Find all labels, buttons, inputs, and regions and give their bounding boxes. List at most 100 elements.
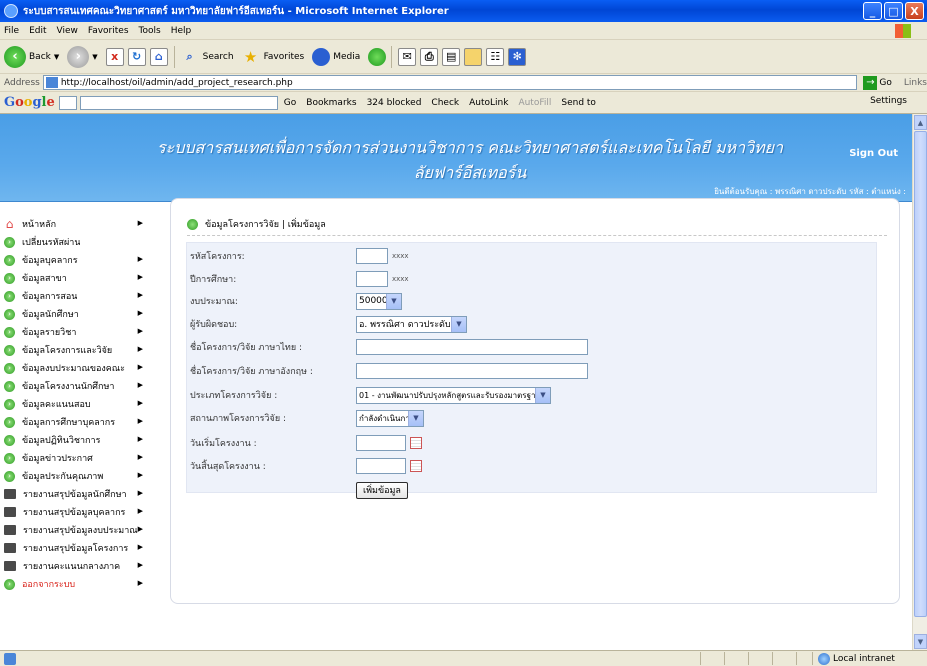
budget-select[interactable]: 50000 ▼	[356, 292, 402, 310]
bullet-icon: ›	[4, 470, 15, 482]
google-logo: Google	[4, 95, 55, 110]
sidebar-item-faculty-budget[interactable]: › ข้อมูลงบประมาณของคณะ ▶	[0, 359, 155, 377]
research-status-select[interactable]: กำลังดำเนินการ ▼	[356, 409, 424, 427]
home-icon[interactable]: ⌂	[149, 47, 168, 66]
bullet-icon: ›	[4, 290, 15, 302]
globe-icon	[818, 653, 830, 665]
maximize-button[interactable]: □	[884, 2, 903, 20]
calendar-icon[interactable]	[410, 460, 422, 472]
sign-out-link[interactable]: Sign Out	[849, 148, 898, 159]
refresh-icon[interactable]: ↻	[127, 47, 146, 66]
history-icon[interactable]	[368, 47, 387, 66]
sidebar-menu: ⌂ หน้าหลัก ▶ › เปลี่ยนรหัสผ่าน › ข้อมูลบุคลา…	[0, 215, 155, 645]
sidebar-item-report-budget[interactable]: รายงานสรุปข้อมูลงบประมาณ ▶	[0, 521, 155, 539]
autofill-button[interactable]: AutoFill	[518, 98, 551, 108]
popup-blocked-count[interactable]: 324 blocked	[367, 98, 422, 108]
autolink-button[interactable]: AutoLink	[469, 98, 508, 108]
row-academic-year: ปีการศึกษา: xxxx	[190, 271, 409, 287]
sidebar-item-report-midterm[interactable]: รายงานคะแนนกลางภาค ▶	[0, 557, 155, 575]
go-button[interactable]: → Go	[863, 75, 892, 90]
mail-icon[interactable]: ✉	[398, 47, 417, 66]
google-bookmarks-button[interactable]: Bookmarks	[306, 98, 356, 108]
menu-edit[interactable]: Edit	[29, 26, 46, 36]
page-status-icon	[4, 652, 16, 665]
welcome-text: ยินดีต้อนรับคุณ : พรรณิศา ดาวประดับ รหัส…	[714, 187, 906, 196]
sidebar-item-news[interactable]: › ข้อมูลข่าวประกาศ ▶	[0, 449, 155, 467]
minimize-button[interactable]: _	[863, 2, 882, 20]
address-input[interactable]: http://localhost/oil/admin/add_project_r…	[42, 75, 858, 90]
stop-icon[interactable]: x	[105, 47, 124, 66]
links-button[interactable]: Links	[904, 78, 927, 88]
folder-icon[interactable]	[464, 47, 483, 66]
research-icon[interactable]: ☷	[486, 47, 505, 66]
print-icon[interactable]: ⎙	[420, 47, 439, 66]
responsible-select[interactable]: อ. พรรณิศา ดาวประดับ ▼	[356, 315, 467, 333]
site-title: ระบบสารสนเทศเพื่อการจัดการส่วนงานวิชาการ…	[157, 138, 783, 182]
sidebar-item-logout[interactable]: › ออกจากระบบ ▶	[0, 575, 155, 593]
google-menu-button[interactable]	[58, 95, 77, 110]
sidebar-item-report-projects[interactable]: รายงานสรุปข้อมูลโครงการ ▶	[0, 539, 155, 557]
sidebar-item-courses[interactable]: › ข้อมูลรายวิชา ▶	[0, 323, 155, 341]
forward-button[interactable]: › ▼	[67, 45, 98, 68]
spell-check-button[interactable]: Check	[431, 98, 459, 108]
vertical-scrollbar[interactable]: ▲ ▼	[912, 114, 927, 650]
sidebar-item-students[interactable]: › ข้อมูลนักศึกษา ▶	[0, 305, 155, 323]
menu-view[interactable]: View	[57, 26, 78, 36]
menu-file[interactable]: File	[4, 26, 19, 36]
sidebar-item-academic-calendar[interactable]: › ข้อมูลปฏิทินวิชาการ ▶	[0, 431, 155, 449]
add-data-button[interactable]: เพิ่มข้อมูล	[356, 481, 408, 499]
menu-help[interactable]: Help	[171, 26, 192, 36]
research-type-select[interactable]: 01 - งานพัฒนาปรับปรุงหลักสูตรและรับรองมา…	[356, 386, 551, 404]
sidebar-item-change-password[interactable]: › เปลี่ยนรหัสผ่าน	[0, 233, 155, 251]
chevron-right-icon: ▶	[137, 309, 143, 317]
end-date-input[interactable]	[356, 458, 406, 474]
close-button[interactable]: X	[905, 2, 924, 20]
google-search-input[interactable]	[79, 95, 278, 110]
toolbar-separator	[391, 45, 393, 68]
sidebar-item-quality-assurance[interactable]: › ข้อมูลประกันคุณภาพ ▶	[0, 467, 155, 485]
search-icon: ⌕	[186, 49, 193, 63]
messenger-icon[interactable]: ✻	[508, 47, 527, 66]
content-panel: ข้อมูลโครงการวิจัย | เพิ่มข้อมูล รหัสโคร…	[170, 198, 900, 604]
window-controls: _ □ X	[863, 2, 924, 20]
back-button[interactable]: ‹ Back ▼	[4, 45, 59, 68]
sidebar-item-teaching[interactable]: › ข้อมูลการสอน ▶	[0, 287, 155, 305]
row-budget: งบประมาณ: 50000 ▼	[190, 292, 402, 310]
bullet-icon: ›	[4, 272, 15, 284]
sidebar-item-staff-education[interactable]: › ข้อมูลการศึกษาบุคลากร ▶	[0, 413, 155, 431]
scroll-down-arrow-icon[interactable]: ▼	[914, 634, 927, 649]
sidebar-item-report-staff[interactable]: รายงานสรุปข้อมูลบุคลากร ▶	[0, 503, 155, 521]
project-name-en-input[interactable]	[356, 363, 588, 379]
academic-year-input[interactable]	[356, 271, 388, 287]
title-bar: ระบบสารสนเทศคณะวิทยาศาสตร์ มหาวิทยาลัยฟา…	[0, 0, 927, 22]
scroll-up-arrow-icon[interactable]: ▲	[914, 115, 927, 130]
page-icon	[45, 77, 58, 88]
edit-icon[interactable]: ▤	[442, 47, 461, 66]
media-button[interactable]: Media	[312, 47, 360, 66]
breadcrumb: ข้อมูลโครงการวิจัย | เพิ่มข้อมูล	[187, 217, 326, 231]
add-research-form: รหัสโครงการ: xxxx ปีการศึกษา: xxxx งบประ…	[186, 242, 877, 499]
sidebar-item-student-projects[interactable]: › ข้อมูลโครงงานนักศึกษา ▶	[0, 377, 155, 395]
book-icon	[4, 543, 16, 553]
chevron-right-icon: ▶	[137, 327, 143, 335]
scroll-thumb[interactable]	[914, 131, 927, 617]
favorites-button[interactable]: ★ Favorites	[242, 48, 304, 66]
calendar-icon[interactable]	[410, 437, 422, 449]
send-to-button[interactable]: Send to	[561, 98, 596, 108]
bullet-icon: ›	[4, 308, 15, 320]
google-go-button[interactable]: Go	[284, 98, 296, 108]
sidebar-item-exam-scores[interactable]: › ข้อมูลคะแนนสอบ ▶	[0, 395, 155, 413]
sidebar-item-projects-research[interactable]: › ข้อมูลโครงการและวิจัย ▶	[0, 341, 155, 359]
search-button[interactable]: ⌕ Search	[181, 48, 234, 66]
project-name-th-input[interactable]	[356, 339, 588, 355]
sidebar-item-home[interactable]: ⌂ หน้าหลัก ▶	[0, 215, 155, 233]
menu-tools[interactable]: Tools	[139, 26, 161, 36]
sidebar-item-branch[interactable]: › ข้อมูลสาขา ▶	[0, 269, 155, 287]
sidebar-item-staff[interactable]: › ข้อมูลบุคลากร ▶	[0, 251, 155, 269]
start-date-input[interactable]	[356, 435, 406, 451]
sidebar-item-report-students[interactable]: รายงานสรุปข้อมูลนักศึกษา ▶	[0, 485, 155, 503]
menu-favorites[interactable]: Favorites	[88, 26, 129, 36]
dropdown-arrow-icon: ▼	[535, 387, 550, 403]
google-settings-button[interactable]: Settings	[870, 96, 907, 106]
project-code-input[interactable]	[356, 248, 388, 264]
